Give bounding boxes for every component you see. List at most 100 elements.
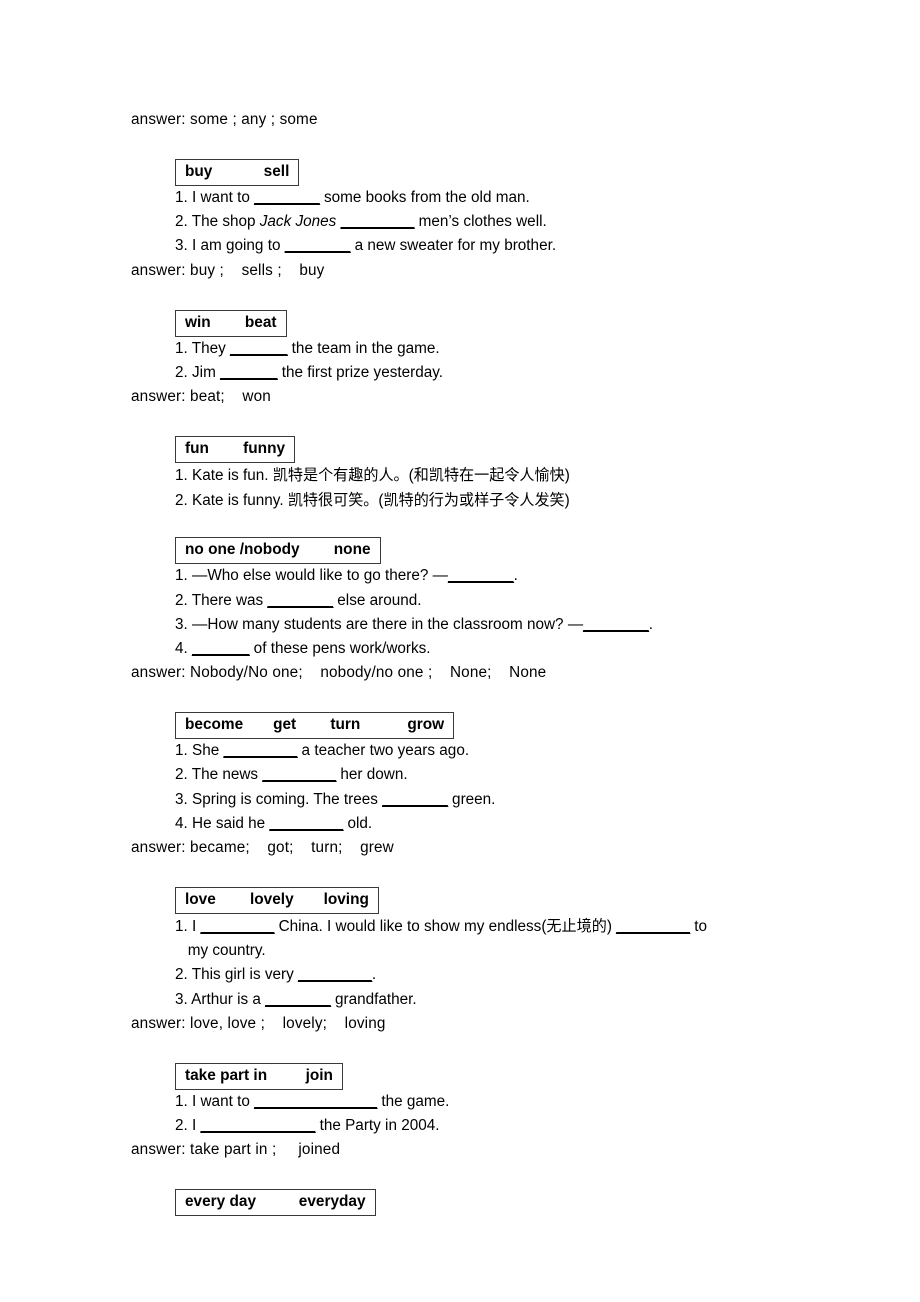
answer-blank: ________ — [267, 591, 334, 609]
question-text: her down. — [336, 766, 408, 784]
question-number: 1. — [175, 339, 188, 357]
answer-blank: _________ — [298, 966, 372, 984]
question-text: ) — [564, 492, 570, 510]
question-item: 3. Arthur is a ________ grandfather. — [131, 988, 851, 1012]
question-item: 2. I ______________ the Party in 2004. — [131, 1114, 851, 1138]
question-text: . — [648, 615, 653, 633]
answer-line: answer: became; got; turn; grew — [131, 839, 394, 857]
question-text: I want to — [192, 1092, 255, 1110]
answer-blank: ________ — [254, 189, 320, 206]
question-text: I — [192, 1117, 201, 1135]
answer-blank: ________ — [265, 990, 331, 1008]
word-box-row: take part in join — [131, 1062, 851, 1090]
question-text: else around. — [333, 591, 422, 609]
chinese-gloss: 无止境的 — [546, 917, 607, 936]
word-box-row: buy sell — [131, 159, 851, 186]
question-text: —Who else would like to go there? — — [192, 567, 448, 585]
answer-blank: _________ — [223, 742, 298, 760]
question-number: 3. — [175, 990, 188, 1008]
question-number: 1. — [175, 189, 188, 206]
exercise-sections: buy sell 1. I want to ________ some books… — [131, 131, 851, 1217]
question-item: 3. —How many students are there in the c… — [131, 613, 851, 637]
question-number: 2. — [175, 363, 188, 381]
question-item: 2. Kate is funny. 凯特很可笑。(凯特的行为或样子令人发笑) — [131, 488, 851, 513]
question-number: 4. — [175, 814, 188, 832]
question-number: 2. — [175, 766, 188, 784]
question-number: 1. — [175, 742, 188, 760]
chinese-gloss: 凯特是个有趣的人。 — [272, 466, 409, 485]
question-text: They — [191, 339, 231, 357]
question-item: 1. They _______ the team in the game. — [131, 337, 851, 361]
question-text: green. — [447, 790, 496, 808]
question-text: a teacher two years ago. — [297, 742, 470, 760]
question-text: Kate is fun. — [192, 467, 273, 485]
question-text: men’s clothes well. — [414, 213, 547, 231]
word-choice-box: become get turn grow — [175, 712, 455, 740]
answer-blank: _________ — [269, 814, 344, 832]
question-text: the Party in 2004. — [315, 1117, 440, 1135]
question-text: —How many students are there in the clas… — [192, 615, 584, 633]
document-page: answer: some ; any ; some buy sell 1. I w… — [0, 0, 920, 1302]
answer-blank: ______________ — [200, 1117, 316, 1135]
italic-phrase: Jack Jones — [259, 213, 337, 231]
document-body: answer: some ; any ; some buy sell 1. I w… — [131, 108, 851, 1217]
answer-line: answer: love, love ; lovely; loving — [131, 1014, 386, 1032]
question-number: 3. — [175, 790, 188, 808]
answer-line: answer: beat; won — [131, 388, 271, 406]
answer-blank: _________ — [262, 766, 337, 784]
answer-blank: ________ — [284, 237, 351, 255]
question-list: 1. Kate is fun. 凯特是个有趣的人。(和凯特在一起令人愉快) 2. … — [131, 463, 851, 513]
question-list: 1. —Who else would like to go there? —__… — [131, 564, 851, 661]
answer-blank: _______ — [192, 640, 250, 658]
answer-blank: ________ — [583, 615, 649, 633]
question-number: 2. — [175, 492, 188, 510]
question-text: I — [192, 918, 201, 936]
question-number: 4. — [175, 640, 188, 658]
answer-line: answer: take part in ; joined — [131, 1141, 341, 1159]
exercise-section-take-part-in-join: take part in join 1. I want to __________… — [131, 1062, 851, 1161]
question-number: 2. — [175, 213, 188, 231]
question-text: Spring is coming. The trees — [192, 790, 383, 808]
question-number: 2. — [175, 966, 188, 984]
question-list: 1. I want to ________ some books from th… — [131, 186, 851, 259]
exercise-section-no-one-none: no one /nobody none 1. —Who else would li… — [131, 537, 851, 684]
question-item: 1. I _________ China. I would like to sh… — [131, 914, 851, 963]
question-text: some books from the old man. — [319, 189, 530, 206]
word-box-row: every day everyday — [131, 1189, 851, 1217]
question-item: 2. The shop Jack Jones _________ men’s c… — [131, 210, 851, 234]
answer-blank: _________ — [200, 918, 275, 936]
answer-blank: _________ — [616, 918, 690, 936]
question-text: The shop — [191, 213, 260, 231]
word-box-row: win beat — [131, 309, 851, 337]
question-number: 2. — [175, 591, 188, 609]
question-text: grandfather. — [330, 990, 417, 1008]
question-text: ) — [606, 918, 617, 936]
question-text: old. — [343, 814, 373, 832]
word-choice-box: every day everyday — [175, 1189, 376, 1217]
question-item: 3. Spring is coming. The trees ________ … — [131, 788, 851, 812]
question-item: 2. There was ________ else around. — [131, 589, 851, 613]
question-number: 1. — [175, 467, 188, 485]
word-box-row: fun funny — [131, 436, 851, 464]
exercise-section-win-beat: win beat 1. They _______ the team in the … — [131, 309, 851, 408]
question-number: 1. — [175, 1092, 188, 1110]
question-item: 4. _______ of these pens work/works. — [131, 637, 851, 661]
question-text: ) — [564, 467, 570, 485]
answer-blank: _______________ — [254, 1092, 378, 1110]
question-item: 3. I am going to ________ a new sweater … — [131, 234, 851, 258]
question-text: I want to — [192, 189, 255, 206]
word-box-row: no one /nobody none — [131, 537, 851, 565]
word-choice-box: buy sell — [175, 159, 300, 186]
word-choice-box: win beat — [175, 309, 287, 337]
answer-blank: _________ — [340, 213, 415, 231]
question-text: There was — [191, 591, 268, 609]
answer-line: answer: buy ; sells ; buy — [131, 261, 325, 279]
question-text: She — [192, 742, 224, 760]
answer-blank: ________ — [382, 790, 448, 808]
